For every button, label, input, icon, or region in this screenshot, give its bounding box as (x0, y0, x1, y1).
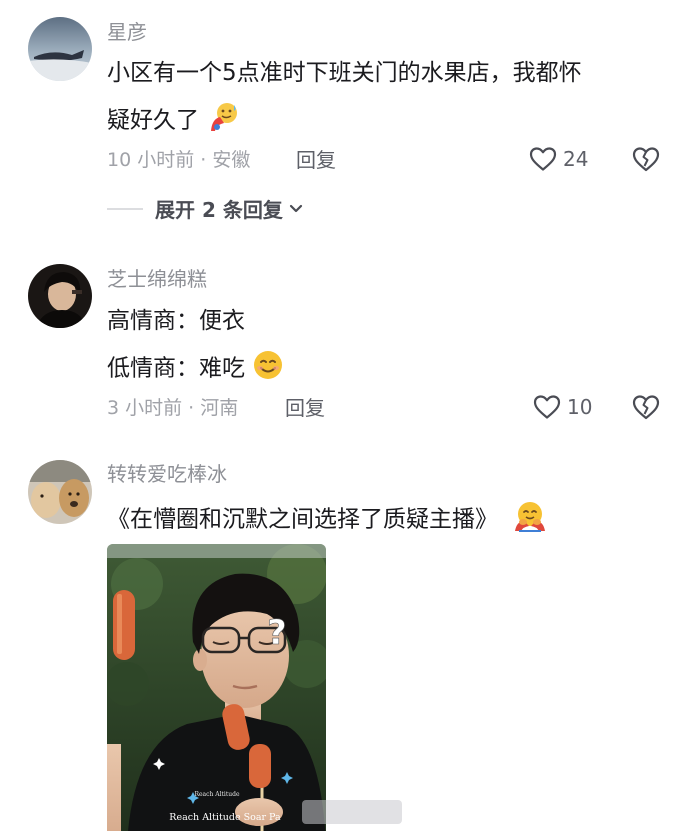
watermark (302, 800, 402, 824)
hugging-face-icon (513, 500, 547, 540)
avatar-dogs-image (28, 460, 92, 524)
comment-photo[interactable]: ? Reach Altitude Reach Altitude Soar Pa (107, 544, 326, 831)
shirt-text: Reach Altitude Soar Pa (169, 812, 281, 823)
photo-man-with-sausage-image: ? Reach Altitude Reach Altitude Soar Pa (107, 544, 326, 831)
comment-item: 转转爱吃棒冰 《在懵圈和沉默之间选择了质疑主播》 ? Reach Altitud… (0, 0, 690, 831)
avatar[interactable] (28, 460, 92, 524)
comment-text-segment: 《在懵圈和沉默之间选择了质疑主播》 (107, 506, 498, 533)
comment-list: 星彦 小区有一个5点准时下班关门的水果店，我都怀 疑好久了 10 小时前 · 安… (0, 0, 690, 831)
svg-text:?: ? (267, 613, 287, 653)
shirt-text-small: Reach Altitude (194, 791, 239, 798)
comment-text-line: 《在懵圈和沉默之间选择了质疑主播》 (107, 500, 547, 540)
username[interactable]: 转转爱吃棒冰 (107, 461, 227, 487)
